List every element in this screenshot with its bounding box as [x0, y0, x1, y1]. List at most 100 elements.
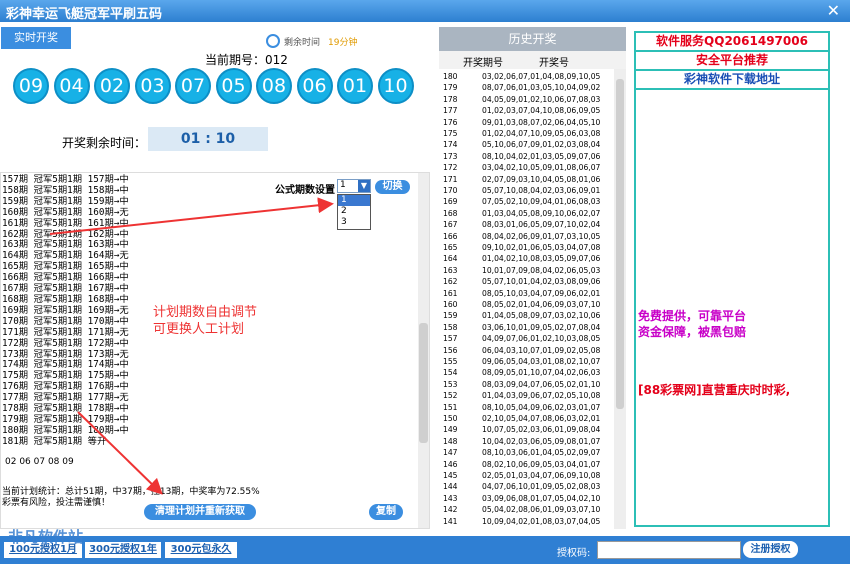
annotation: 计划期数自由调节 可更换人工计划	[153, 304, 257, 338]
history-period: 159	[443, 311, 458, 321]
history-number: 04,07,06,10,01,09,05,02,08,03	[482, 482, 601, 492]
history-row: 168 01,03,04,05,08,09,10,06,02,07	[439, 208, 614, 219]
ad-text-3: [88彩票网]直营重庆时时彩,	[638, 383, 791, 397]
history-period: 161	[443, 288, 458, 298]
history-number: 10,09,04,02,01,08,03,07,04,05	[482, 516, 601, 526]
ad-text-2: 资金保障，被黑包赔	[638, 325, 747, 339]
history-row: 150 02,10,05,04,07,08,06,03,02,01	[439, 413, 614, 424]
remain-value: 19分钟	[328, 38, 358, 48]
history-number: 08,07,06,01,03,05,10,04,09,02	[482, 83, 601, 93]
history-row: 154 08,09,05,01,10,07,04,02,06,03	[439, 367, 614, 378]
ad-safe-platform[interactable]: 安全平台推荐	[636, 52, 828, 71]
history-number: 01,04,05,08,09,07,03,02,10,06	[482, 311, 601, 321]
bottom-bar: 100元授权1月 300元授权1年 300元包永久 授权码: 注册授权	[0, 536, 850, 564]
copy-button[interactable]: 复制	[369, 504, 403, 520]
history-period: 170	[443, 186, 458, 195]
history-number: 09,01,03,08,07,02,06,04,05,10	[482, 117, 601, 127]
history-period: 168	[443, 208, 458, 218]
history-row: 173 08,10,04,02,01,03,05,09,07,06	[439, 151, 614, 162]
auth-code-input[interactable]	[597, 541, 741, 559]
dropdown-option[interactable]: 3	[338, 217, 370, 228]
history-row: 141 10,09,04,02,01,08,03,07,04,05	[439, 516, 614, 527]
history-scrollbar[interactable]	[614, 69, 626, 529]
history-period: 174	[443, 140, 458, 150]
current-period: 当前期号：012	[205, 53, 288, 67]
history-number: 05,04,02,08,06,01,09,03,07,10	[482, 505, 601, 515]
ad-qq[interactable]: 软件服务QQ2061497006	[636, 33, 828, 52]
history-period: 173	[443, 151, 458, 161]
auth-code-label: 授权码:	[557, 548, 591, 559]
history-row: 176 09,01,03,08,07,02,06,04,05,10	[439, 117, 614, 128]
history-period: 157	[443, 334, 458, 344]
draw-ball: 10	[377, 68, 414, 104]
history-number: 08,03,01,06,05,09,07,10,02,04	[482, 220, 601, 230]
remain-label: 剩余时间	[284, 38, 321, 48]
plan-line: 181期 冠军5期1期 等开	[2, 435, 107, 447]
history-period: 162	[443, 277, 458, 287]
window-title: 彩神幸运飞艇冠军平刷五码	[6, 7, 163, 22]
ad-download[interactable]: 彩神软件下载地址	[636, 71, 828, 90]
history-number: 02,10,05,04,07,08,06,03,02,01	[482, 414, 601, 423]
history-number: 08,05,02,01,04,06,09,03,07,10	[482, 300, 601, 309]
history-period: 178	[443, 94, 458, 104]
draw-ball: 04	[53, 68, 90, 104]
history-row: 159 01,04,05,08,09,07,03,02,10,06	[439, 310, 614, 321]
draw-ball: 07	[175, 68, 211, 104]
history-row: 167 08,03,01,06,05,09,07,10,02,04	[439, 219, 614, 230]
history-scroll-thumb[interactable]	[616, 79, 624, 409]
license-forever-button[interactable]: 300元包永久	[165, 542, 237, 558]
clear-refetch-button[interactable]: 清理计划并重新获取	[144, 504, 256, 520]
history-row: 142 05,04,02,08,06,01,09,03,07,10	[439, 504, 614, 515]
plan-line: 172期 冠军5期1期 172期→中	[2, 337, 129, 349]
history-period: 144	[443, 482, 458, 492]
history-number: 08,10,04,02,01,03,05,09,07,06	[482, 151, 601, 161]
history-number: 08,02,10,06,09,05,03,04,01,07	[482, 459, 601, 469]
register-button[interactable]: 注册授权	[743, 541, 798, 558]
history-row: 151 08,10,05,04,09,06,02,03,01,07	[439, 402, 614, 413]
history-period: 164	[443, 254, 458, 264]
switch-button[interactable]: 切换	[375, 180, 410, 194]
main-area: 实时开奖 剩余时间 19分钟 当前期号：012 09 04 02 03 07 05 08 06…	[0, 22, 850, 536]
plan-scrollbar[interactable]	[418, 173, 429, 528]
history-number: 03,02,06,07,01,04,08,09,10,05	[482, 72, 601, 81]
history-title[interactable]: 历史开奖	[439, 27, 626, 51]
history-period: 141	[443, 516, 458, 526]
history-number: 05,07,10,08,04,02,03,06,09,01	[482, 186, 601, 195]
plan-lines: 157期 冠军5期1期 157期→中 158期 冠军5期1期 158期→中 159期…	[2, 174, 129, 448]
close-icon[interactable]: ✕	[827, 1, 840, 20]
history-number: 01,02,03,07,04,10,08,06,09,05	[482, 106, 601, 116]
formula-dropdown[interactable]: 123	[337, 194, 371, 230]
history-row: 146 08,02,10,06,09,05,03,04,01,07	[439, 459, 614, 470]
dropdown-option[interactable]: 2	[338, 206, 370, 217]
history-period: 147	[443, 448, 458, 458]
history-period: 177	[443, 106, 458, 116]
history-period: 172	[443, 163, 458, 173]
history-row: 179 08,07,06,01,03,05,10,04,09,02	[439, 82, 614, 93]
draw-balls: 09 04 02 03 07 05 08 06 01 10	[13, 68, 423, 106]
draw-ball: 09	[13, 68, 49, 104]
history-number: 04,05,09,01,02,10,06,07,08,03	[482, 94, 601, 104]
dropdown-option[interactable]: 1	[338, 195, 370, 206]
history-period: 151	[443, 402, 458, 412]
annotation-line-2: 可更换人工计划	[153, 322, 245, 337]
history-list[interactable]: 180 03,02,06,07,01,04,08,09,10,05 179 08,07…	[439, 69, 626, 529]
chevron-down-icon[interactable]: ▼	[358, 180, 370, 192]
stats-line: 当前计划统计：总计51期，中37期，挂13期，中奖率为72.55%	[2, 487, 260, 497]
live-draw-tab[interactable]: 实时开奖	[1, 27, 71, 49]
history-number: 08,03,09,04,07,06,05,02,01,10	[482, 379, 601, 389]
history-row: 172 03,04,02,10,05,09,01,08,06,07	[439, 162, 614, 173]
formula-select[interactable]: 1 ▼	[337, 179, 371, 193]
history-period: 150	[443, 414, 458, 423]
ad-panel: 软件服务QQ2061497006 安全平台推荐 彩神软件下载地址 免费提供，可靠…	[634, 31, 830, 527]
annotation-line-1: 计划期数自由调节	[153, 305, 258, 320]
history-number: 08,10,03,06,01,04,05,02,09,07	[482, 448, 601, 458]
history-row: 158 03,06,10,01,09,05,02,07,08,04	[439, 322, 614, 333]
history-number: 05,10,06,07,09,01,02,03,08,04	[482, 140, 601, 150]
history-row: 148 10,04,02,03,06,05,09,08,01,07	[439, 436, 614, 447]
history-period: 142	[443, 505, 458, 515]
history-row: 147 08,10,03,06,01,04,05,02,09,07	[439, 447, 614, 458]
history-number: 01,03,04,05,08,09,10,06,02,07	[482, 208, 601, 218]
license-1year-button[interactable]: 300元授权1年	[85, 542, 161, 558]
history-number: 10,04,02,03,06,05,09,08,01,07	[482, 436, 601, 446]
scroll-thumb[interactable]	[419, 323, 428, 443]
